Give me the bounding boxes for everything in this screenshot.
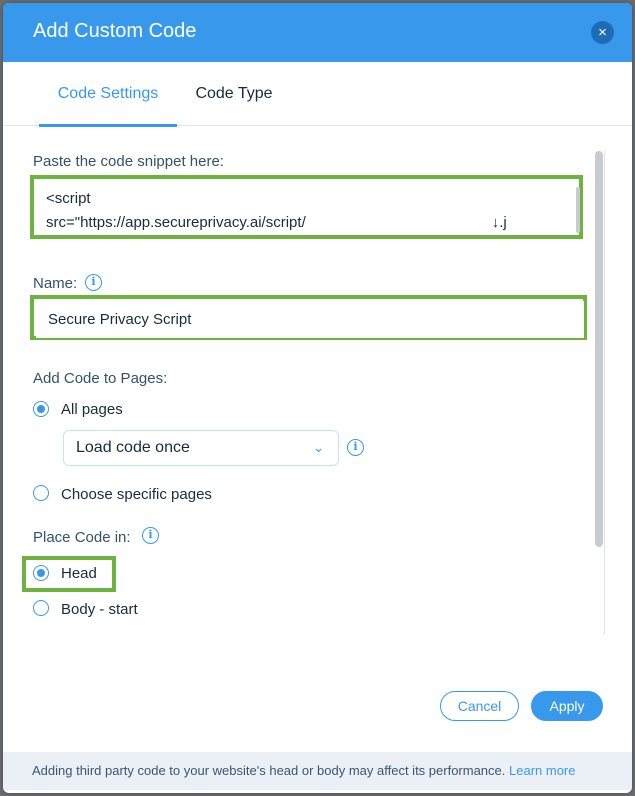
- radio-all-pages-label[interactable]: All pages: [61, 401, 123, 418]
- load-code-select-value: Load code once: [76, 439, 190, 456]
- close-button[interactable]: ×: [591, 21, 614, 44]
- place-code-info-icon[interactable]: i: [142, 527, 159, 544]
- radio-body-start-label[interactable]: Body - start: [61, 601, 138, 618]
- add-code-to-pages-label: Add Code to Pages:: [33, 370, 168, 387]
- radio-body-start[interactable]: [33, 600, 49, 616]
- radio-head-label[interactable]: Head: [61, 565, 97, 582]
- code-line-1: <script: [46, 190, 91, 207]
- radio-specific-pages-label[interactable]: Choose specific pages: [61, 486, 212, 503]
- load-code-info-icon[interactable]: i: [347, 439, 364, 456]
- tab-code-type[interactable]: Code Type: [189, 62, 279, 126]
- code-box-scrollbar[interactable]: [576, 187, 580, 233]
- cancel-button[interactable]: Cancel: [440, 691, 519, 721]
- name-info-icon[interactable]: i: [85, 274, 102, 291]
- learn-more-link[interactable]: Learn more: [509, 763, 575, 778]
- scroll-track: [604, 151, 605, 634]
- load-code-select[interactable]: Load code once ⌄: [63, 430, 339, 466]
- close-icon: ×: [598, 24, 607, 41]
- performance-notice-text: Adding third party code to your website'…: [32, 763, 509, 778]
- code-snippet-label: Paste the code snippet here:: [33, 153, 224, 170]
- place-code-in-label: Place Code in:: [33, 529, 131, 546]
- radio-all-pages[interactable]: [33, 401, 49, 417]
- code-snippet-textarea[interactable]: <script src="https://app.secureprivacy.a…: [34, 179, 579, 235]
- content-scrollbar[interactable]: [595, 151, 603, 547]
- name-label: Name:: [33, 275, 78, 292]
- performance-notice: Adding third party code to your website'…: [3, 752, 632, 790]
- apply-button[interactable]: Apply: [531, 691, 603, 721]
- dialog-header: Add Custom Code ×: [3, 3, 632, 62]
- name-input[interactable]: Secure Privacy Script: [36, 301, 584, 338]
- radio-specific-pages[interactable]: [33, 485, 49, 501]
- tab-code-settings[interactable]: Code Settings: [39, 62, 177, 127]
- add-custom-code-dialog: Add Custom Code × Code Settings Code Typ…: [3, 3, 632, 793]
- radio-head[interactable]: [33, 565, 49, 581]
- chevron-down-icon: ⌄: [313, 440, 324, 455]
- tab-bar: Code Settings Code Type: [3, 62, 632, 127]
- dialog-title: Add Custom Code: [33, 20, 197, 42]
- code-line-2: src="https://app.secureprivacy.ai/script…: [46, 214, 507, 231]
